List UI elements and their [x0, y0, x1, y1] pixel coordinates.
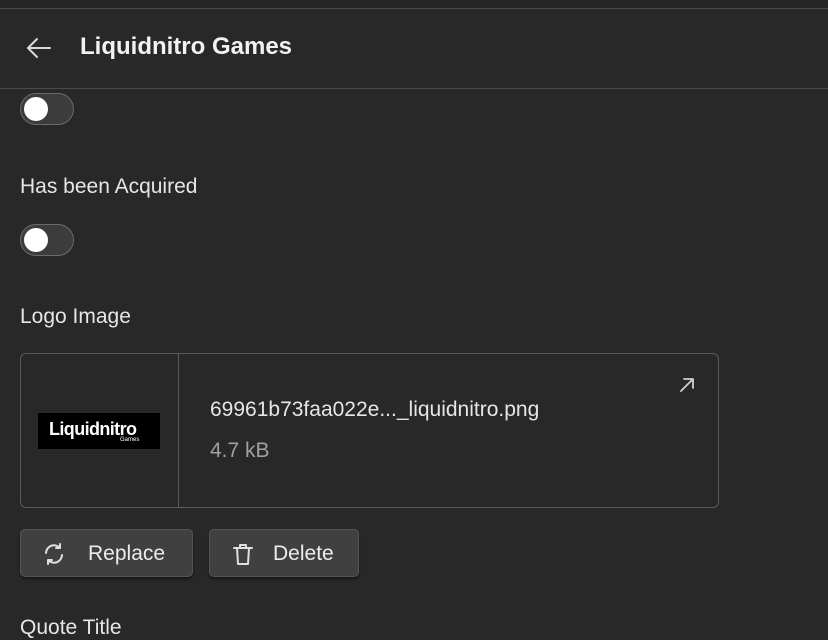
logo-file-card: Liquidnitro Games 69961b73faa022e..._liq…	[20, 353, 719, 508]
back-button[interactable]	[22, 35, 56, 61]
arrow-left-icon	[27, 38, 51, 58]
quote-title-label: Quote Title	[20, 616, 122, 639]
external-link-icon	[680, 378, 694, 392]
acquired-label: Has been Acquired	[20, 175, 198, 198]
logo-image-label: Logo Image	[20, 305, 131, 328]
refresh-icon	[45, 543, 63, 565]
replace-button[interactable]: Replace	[20, 529, 193, 577]
trash-icon	[233, 544, 253, 565]
page: Liquidnitro Games Has been Acquired Logo…	[0, 0, 828, 640]
delete-button-label: Delete	[273, 542, 334, 565]
toggle-knob	[24, 228, 48, 252]
acquired-toggle[interactable]	[20, 224, 74, 256]
replace-button-label: Replace	[88, 542, 166, 565]
toggle-knob	[24, 97, 48, 121]
page-header: Liquidnitro Games	[0, 9, 828, 89]
file-name: 69961b73faa022e..._liquidnitro.png	[210, 398, 540, 421]
delete-button[interactable]: Delete	[209, 529, 359, 577]
logo-thumbnail-subtext: Games	[120, 437, 140, 443]
open-file-link[interactable]	[676, 374, 698, 396]
first-toggle[interactable]	[20, 93, 74, 125]
top-divider	[0, 0, 828, 9]
logo-thumbnail: Liquidnitro Games	[38, 413, 160, 449]
logo-thumbnail-panel: Liquidnitro Games	[21, 354, 179, 507]
page-title: Liquidnitro Games	[80, 33, 293, 60]
file-size: 4.7 kB	[210, 439, 270, 462]
